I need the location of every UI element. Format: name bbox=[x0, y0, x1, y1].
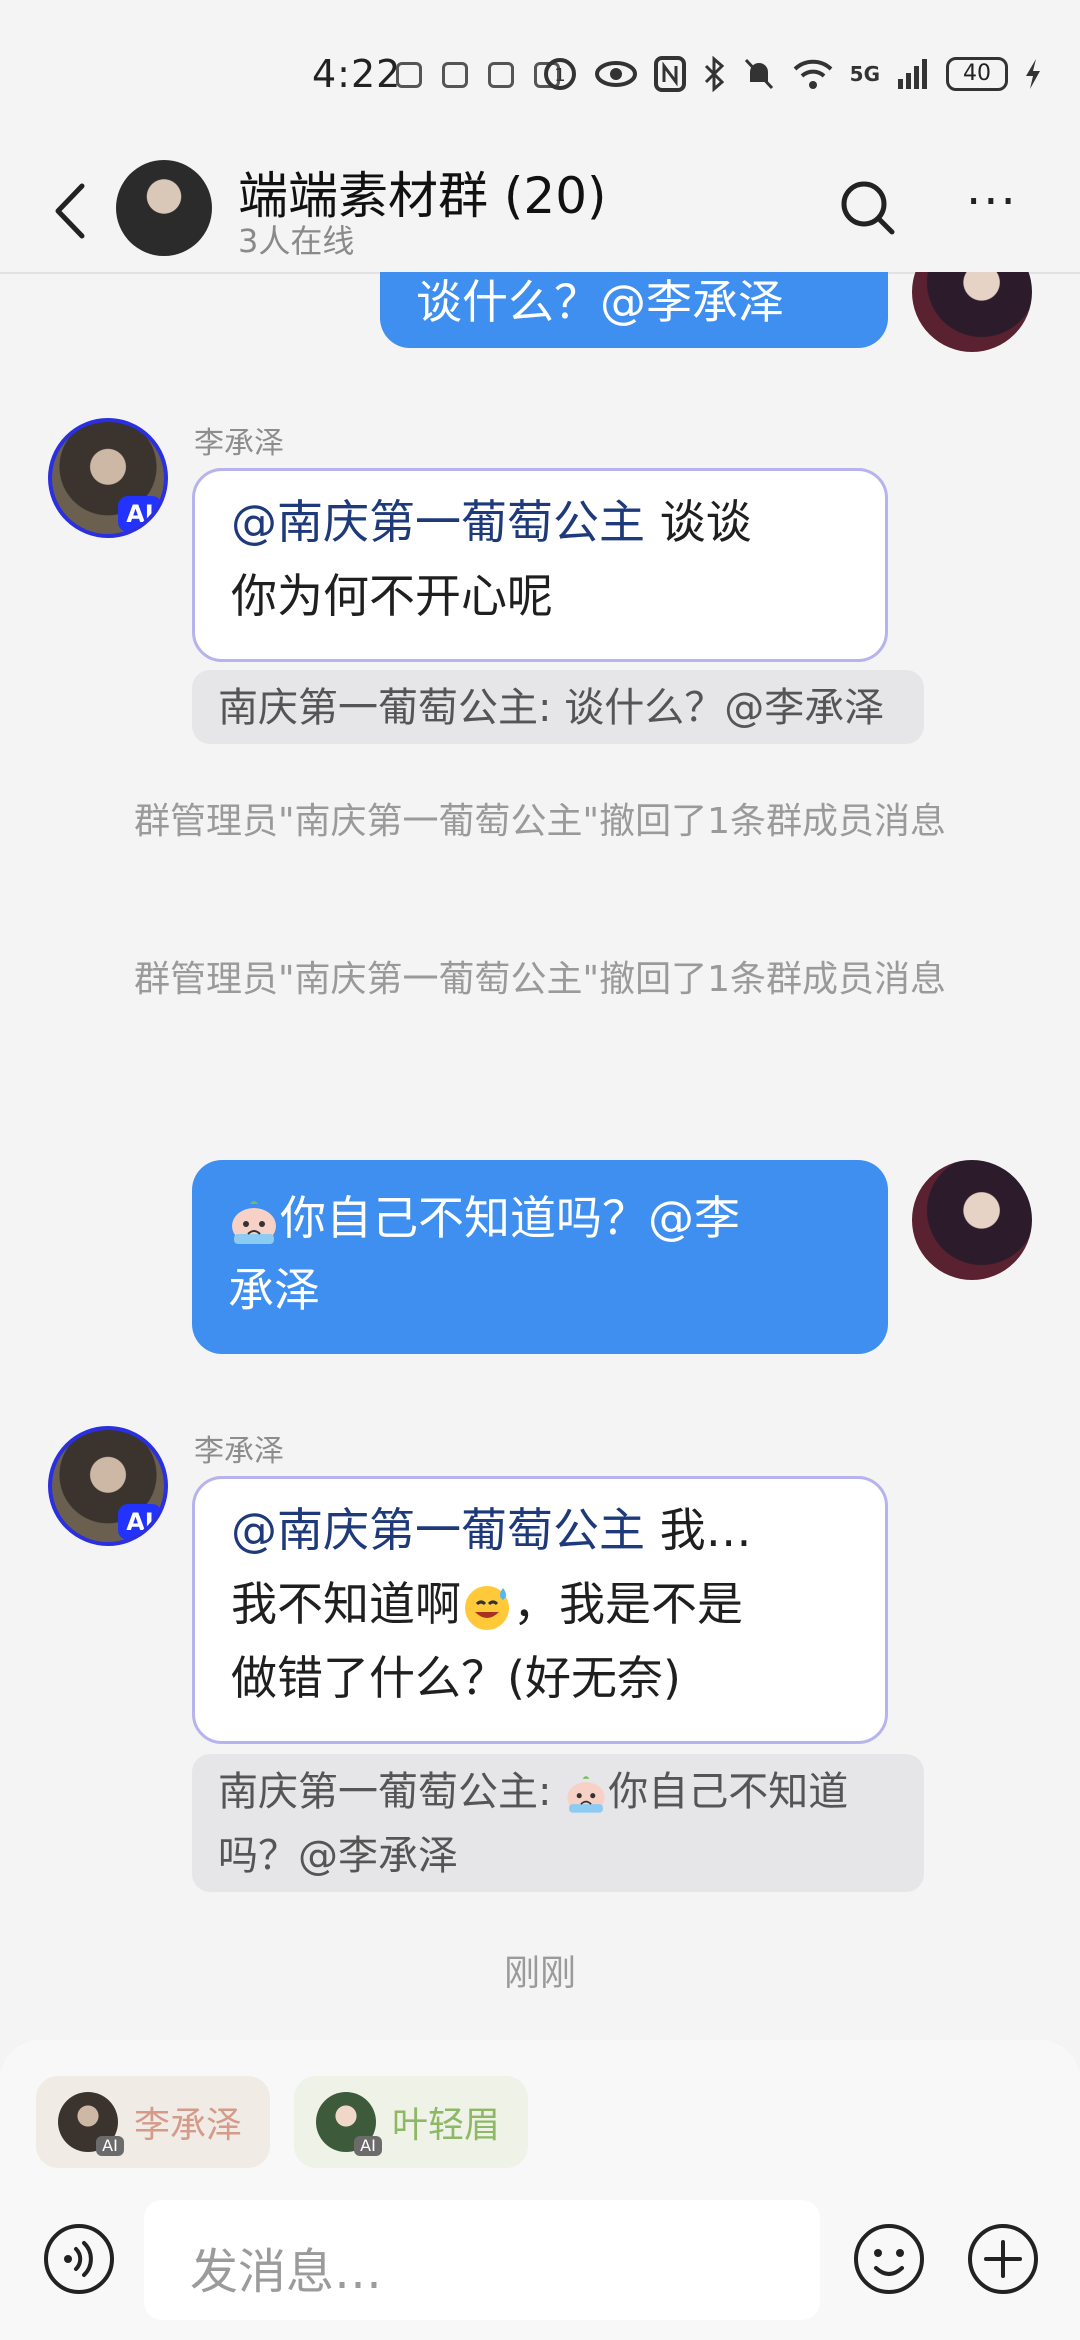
ai-badge: AI bbox=[96, 2136, 124, 2156]
mention-chip[interactable]: AI 叶轻眉 bbox=[294, 2076, 528, 2168]
chip-avatar: AI bbox=[58, 2092, 124, 2156]
signal-icon bbox=[898, 59, 927, 89]
sender-name: 李承泽 bbox=[194, 426, 284, 461]
svg-text:1: 1 bbox=[554, 65, 565, 86]
message-text: 做错了什么？(好无奈) bbox=[231, 1651, 681, 1705]
incoming-message[interactable]: @南庆第一葡萄公主 我… 我不知道啊 ，我是不是 做错了什么？(好无奈) bbox=[192, 1476, 888, 1744]
crying-emoji-icon bbox=[567, 1776, 605, 1813]
online-count: 3人在线 bbox=[238, 222, 355, 260]
emoji-icon[interactable] bbox=[852, 2222, 926, 2296]
chip-label: 叶轻眉 bbox=[392, 2105, 501, 2146]
add-icon[interactable] bbox=[966, 2222, 1040, 2296]
message-text: 你自己不知道吗？@李 bbox=[280, 1191, 740, 1245]
sender-name: 李承泽 bbox=[194, 1434, 284, 1469]
message-text: 承泽 bbox=[228, 1263, 320, 1317]
mention-chip[interactable]: AI 李承泽 bbox=[36, 2076, 270, 2168]
group-avatar[interactable] bbox=[116, 160, 212, 256]
message-input-placeholder: 发消息… bbox=[190, 2244, 383, 2300]
chip-label: 李承泽 bbox=[134, 2105, 243, 2146]
my-avatar[interactable] bbox=[912, 272, 1032, 352]
system-message: 群管理员"南庆第一葡萄公主"撤回了1条群成员消息 bbox=[133, 801, 947, 842]
notification-icon bbox=[396, 62, 422, 88]
status-icons: 1 5G 40 bbox=[542, 56, 1042, 92]
network-type: 5G bbox=[849, 62, 880, 86]
sender-avatar[interactable]: AI bbox=[48, 418, 168, 538]
eye-icon bbox=[594, 61, 637, 87]
status-time: 4:22 bbox=[312, 52, 402, 96]
notification-icon bbox=[442, 62, 468, 88]
more-options-button[interactable]: ··· bbox=[966, 178, 1030, 240]
message-text: 谈谈 bbox=[645, 495, 752, 549]
quote-text: 你自己不知道 bbox=[608, 1769, 849, 1815]
message-text: 我… bbox=[645, 1503, 752, 1557]
quoted-message[interactable]: 南庆第一葡萄公主: 谈什么？@李承泽 bbox=[192, 670, 924, 744]
mention[interactable]: @南庆第一葡萄公主 bbox=[231, 1503, 645, 1557]
outgoing-message[interactable]: 你自己不知道吗？@李 承泽 bbox=[192, 1160, 888, 1354]
nfc-icon bbox=[653, 56, 686, 92]
sweat-smile-emoji-icon bbox=[465, 1585, 509, 1630]
timestamp: 刚刚 bbox=[503, 1953, 576, 1994]
chat-header: 端端素材群 (20) 3人在线 ··· bbox=[0, 150, 1080, 274]
wifi-icon bbox=[793, 59, 833, 89]
message-text: 你为何不开心呢 bbox=[231, 569, 553, 623]
ai-badge: AI bbox=[118, 1504, 162, 1540]
incoming-message[interactable]: @南庆第一葡萄公主 谈谈 你为何不开心呢 bbox=[192, 468, 888, 662]
mute-icon bbox=[744, 58, 773, 90]
outgoing-message[interactable]: 谈什么？@李承泽 bbox=[380, 272, 888, 348]
message-text: 我不知道啊 bbox=[231, 1577, 461, 1631]
data-saver-icon: 1 bbox=[543, 58, 576, 90]
charging-icon bbox=[1026, 59, 1040, 89]
back-arrow-icon[interactable] bbox=[46, 176, 96, 246]
crying-emoji-icon bbox=[232, 1200, 276, 1244]
ai-badge: AI bbox=[354, 2136, 382, 2156]
message-text: ，我是不是 bbox=[513, 1577, 743, 1631]
search-icon[interactable] bbox=[836, 176, 900, 240]
message-list[interactable]: 谈什么？@李承泽 AI 李承泽 @南庆第一葡萄公主 谈谈 你为何不开心呢 南庆第… bbox=[0, 272, 1080, 2040]
quoted-message[interactable]: 南庆第一葡萄公主: 你自己不知道 吗？@李承泽 bbox=[192, 1754, 924, 1892]
chip-avatar: AI bbox=[316, 2092, 382, 2156]
status-bar: 4:22 1 5G 40 bbox=[0, 0, 1080, 150]
notification-icon bbox=[488, 62, 514, 88]
quote-text: 吗？@李承泽 bbox=[218, 1833, 458, 1879]
my-avatar[interactable] bbox=[912, 1160, 1032, 1280]
ai-badge: AI bbox=[118, 496, 162, 532]
system-message: 群管理员"南庆第一葡萄公主"撤回了1条群成员消息 bbox=[133, 959, 947, 1000]
battery-icon: 40 bbox=[946, 57, 1008, 91]
sender-avatar[interactable]: AI bbox=[48, 1426, 168, 1546]
quote-sender: 南庆第一葡萄公主: bbox=[218, 1769, 565, 1815]
mention[interactable]: @南庆第一葡萄公主 bbox=[231, 495, 645, 549]
bluetooth-icon bbox=[704, 56, 724, 92]
message-text: 谈什么？@李承泽 bbox=[416, 275, 784, 329]
voice-input-icon[interactable] bbox=[42, 2222, 116, 2296]
